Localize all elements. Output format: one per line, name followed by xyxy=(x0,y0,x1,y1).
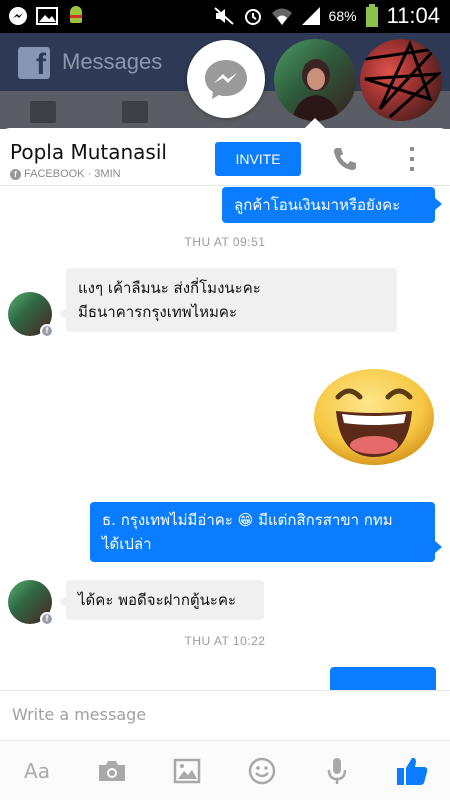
contact-avatar[interactable]: f xyxy=(8,292,54,338)
microphone-icon xyxy=(327,758,347,784)
message-input[interactable] xyxy=(12,700,432,728)
contact-name[interactable]: Popla Mutanasil xyxy=(10,140,167,164)
sticker-laughing-face[interactable] xyxy=(312,367,436,467)
message-line: แงๆ เค้าลืมนะ ส่งกี่โมงนะคะ xyxy=(78,279,261,297)
text-format-button[interactable]: Aa xyxy=(20,755,54,787)
facebook-logo: f xyxy=(18,47,50,79)
message-line: ธ. กรุงเทพไม่มีอ่าคะ 😁 มีแต่กสิกรสาขา กท… xyxy=(102,511,393,529)
second-chat-head[interactable] xyxy=(360,39,442,121)
message-bubble-outgoing-partial[interactable] xyxy=(330,667,436,690)
android-debug-icon xyxy=(70,6,82,23)
friends-icon xyxy=(122,101,148,123)
contact-source-text: FACEBOOK · 3MIN xyxy=(24,168,121,180)
message-line: มีธนาคารกรุงเทพไหมคะ xyxy=(78,303,238,321)
signal-icon xyxy=(301,7,320,25)
phone-icon xyxy=(334,148,356,170)
bubble-tail xyxy=(59,308,66,320)
laughing-face-icon xyxy=(314,369,434,465)
facebook-badge-icon: f xyxy=(40,612,54,626)
contact-chat-head[interactable] xyxy=(274,39,356,121)
text-format-label: Aa xyxy=(24,759,50,783)
more-options-button[interactable] xyxy=(402,144,422,174)
image-notification-icon xyxy=(36,7,58,25)
chat-header: Popla Mutanasil f FACEBOOK · 3MIN INVITE xyxy=(0,128,450,186)
bubble-tail xyxy=(435,541,442,553)
messenger-notification-icon xyxy=(9,7,27,25)
bubble-tail xyxy=(59,596,66,608)
status-bar: 68% 11:04 xyxy=(0,0,450,33)
notification-icons xyxy=(8,6,86,26)
alarm-icon xyxy=(244,9,261,25)
contact-photo xyxy=(292,59,340,121)
facebook-badge-icon: f xyxy=(40,324,54,338)
message-bubble-outgoing[interactable]: ธ. กรุงเทพไม่มีอ่าคะ 😁 มีแต่กสิกรสาขา กท… xyxy=(90,502,435,562)
timestamp: THU AT 09:51 xyxy=(184,235,266,249)
message-text: ลูกค้าโอนเงินมาหรือยังคะ xyxy=(234,196,401,214)
emoji-icon xyxy=(248,757,276,785)
battery-icon xyxy=(365,4,378,27)
gallery-icon xyxy=(173,758,201,784)
like-icon xyxy=(397,757,428,785)
voice-button[interactable] xyxy=(320,755,354,787)
messenger-icon xyxy=(205,60,247,99)
camera-icon xyxy=(99,761,125,781)
call-button[interactable] xyxy=(330,144,360,174)
composer-toolbar: Aa xyxy=(0,740,450,800)
message-bubble-incoming[interactable]: ได้คะ พอดีจะฝากตู้นะคะ xyxy=(66,580,264,620)
scribble-overlay xyxy=(364,40,442,119)
bubble-tail xyxy=(435,198,442,210)
contact-source: f FACEBOOK · 3MIN xyxy=(10,168,121,180)
messenger-chat-head[interactable] xyxy=(187,40,265,118)
message-bubble-incoming[interactable]: แงๆ เค้าลืมนะ ส่งกี่โมงนะคะ มีธนาคารกรุง… xyxy=(66,268,397,332)
chat-head-pointer xyxy=(305,118,325,128)
message-bubble-outgoing[interactable]: ลูกค้าโอนเงินมาหรือยังคะ xyxy=(222,187,435,223)
mute-icon xyxy=(213,7,234,25)
battery-percent: 68% xyxy=(328,8,357,24)
composer xyxy=(0,690,450,735)
background-app-title: Messages xyxy=(62,49,163,74)
message-line: ได้เปล่า xyxy=(102,535,152,553)
system-icons: 68% 11:04 xyxy=(213,3,440,29)
more-vertical-icon xyxy=(410,147,414,171)
wifi-icon xyxy=(271,8,292,25)
emoji-button[interactable] xyxy=(245,755,279,787)
like-button[interactable] xyxy=(395,755,429,787)
message-text: ได้คะ พอดีจะฝากตู้นะคะ xyxy=(78,591,237,609)
clock: 11:04 xyxy=(386,3,440,28)
contact-avatar[interactable]: f xyxy=(8,580,54,626)
invite-button[interactable]: INVITE xyxy=(215,142,301,176)
gallery-button[interactable] xyxy=(170,755,204,787)
camera-button[interactable] xyxy=(95,755,129,787)
facebook-mini-icon: f xyxy=(10,168,21,180)
news-feed-icon xyxy=(30,101,56,123)
timestamp: THU AT 10:22 xyxy=(184,634,266,648)
